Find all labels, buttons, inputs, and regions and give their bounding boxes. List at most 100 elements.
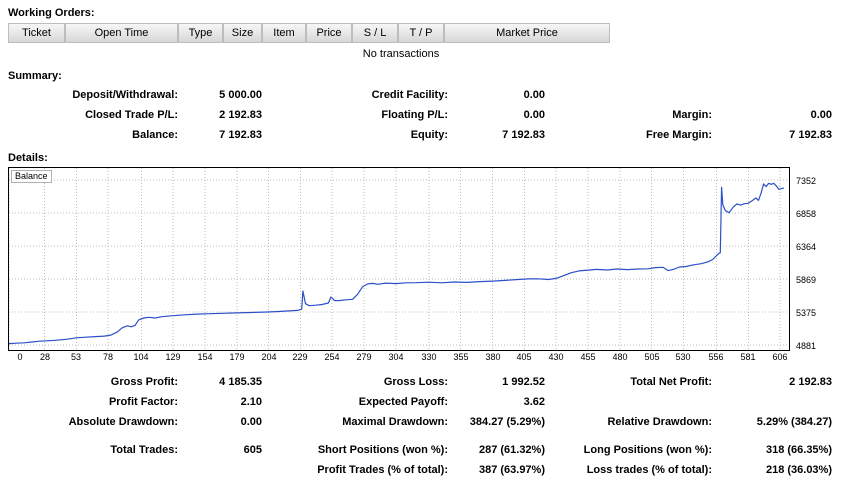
stat-label: Gross Loss: — [262, 376, 448, 388]
stat-value: 3.62 — [448, 396, 545, 408]
stat-value: 4 185.35 — [178, 376, 262, 388]
x-axis-tick-label: 129 — [161, 352, 185, 363]
x-axis-tick-label: 330 — [417, 352, 441, 363]
stat-value: 0.00 — [448, 109, 545, 121]
stat-value: 287 (61.32%) — [448, 444, 545, 456]
balance-line — [9, 183, 784, 343]
x-axis-tick-label: 606 — [768, 352, 792, 363]
summary-title: Summary: — [8, 69, 843, 83]
x-axis-tick-label: 405 — [512, 352, 536, 363]
stat-label: Gross Profit: — [8, 376, 178, 388]
stat-row: Profit Trades (% of total):387 (63.97%)L… — [8, 460, 843, 480]
account-statement-report: Working Orders: TicketOpen TimeTypeSizeI… — [0, 0, 851, 486]
column-header-t-p[interactable]: T / P — [398, 23, 444, 43]
y-axis-tick-label: 7352 — [796, 176, 816, 186]
column-header-s-l[interactable]: S / L — [352, 23, 398, 43]
stat-value: 1 992.52 — [448, 376, 545, 388]
stat-value: 5.29% (384.27) — [712, 416, 832, 428]
y-axis-tick-label: 5375 — [796, 308, 816, 318]
stat-label: Long Positions (won %): — [545, 444, 712, 456]
y-axis-labels: 4881 5375 5869 6364 6858 7352 — [790, 167, 842, 351]
balance-chart-canvas — [9, 168, 789, 350]
x-axis-tick-label: 78 — [96, 352, 120, 363]
x-axis-tick-label: 581 — [736, 352, 760, 363]
stats-grid: Gross Profit:4 185.35Gross Loss:1 992.52… — [8, 372, 843, 480]
stat-value: 605 — [178, 444, 262, 456]
no-transactions-text: No transactions — [8, 43, 794, 65]
chart-gridlines — [9, 168, 789, 350]
stat-label: Balance: — [8, 129, 178, 141]
stat-value: 2 192.83 — [178, 109, 262, 121]
stat-label: Deposit/Withdrawal: — [8, 89, 178, 101]
column-header-price[interactable]: Price — [306, 23, 352, 43]
x-axis-tick-label: 530 — [671, 352, 695, 363]
x-axis-tick-label: 380 — [481, 352, 505, 363]
stat-row: Deposit/Withdrawal:5 000.00Credit Facili… — [8, 85, 843, 105]
stat-label: Margin: — [545, 109, 712, 121]
stat-value: 0.00 — [448, 89, 545, 101]
x-axis-tick-label: 179 — [225, 352, 249, 363]
stat-value: 2.10 — [178, 396, 262, 408]
stat-value: 7 192.83 — [712, 129, 832, 141]
x-axis-tick-label: 229 — [288, 352, 312, 363]
stat-label: Free Margin: — [545, 129, 712, 141]
y-axis-tick-label: 6364 — [796, 242, 816, 252]
balance-chart: Balance 4881 5375 5869 6364 6858 7352 — [8, 167, 843, 351]
column-header-item[interactable]: Item — [262, 23, 306, 43]
y-axis-tick-label: 4881 — [796, 341, 816, 351]
stat-label: Closed Trade P/L: — [8, 109, 178, 121]
stat-label: Profit Trades (% of total): — [262, 464, 448, 476]
stat-label: Total Net Profit: — [545, 376, 712, 388]
stat-value: 5 000.00 — [178, 89, 262, 101]
stat-value: 218 (36.03%) — [712, 464, 832, 476]
stat-label: Total Trades: — [8, 444, 178, 456]
stat-label: Profit Factor: — [8, 396, 178, 408]
stat-row: Balance:7 192.83Equity:7 192.83Free Marg… — [8, 125, 843, 145]
stat-value: 387 (63.97%) — [448, 464, 545, 476]
x-axis-tick-label: 28 — [33, 352, 57, 363]
stat-row: Closed Trade P/L:2 192.83Floating P/L:0.… — [8, 105, 843, 125]
stat-value: 384.27 (5.29%) — [448, 416, 545, 428]
stat-label: Loss trades (% of total): — [545, 464, 712, 476]
stat-label: Short Positions (won %): — [262, 444, 448, 456]
stat-row: Total Trades:605Short Positions (won %):… — [8, 440, 843, 460]
stat-value: 318 (66.35%) — [712, 444, 832, 456]
column-header-size[interactable]: Size — [223, 23, 262, 43]
x-axis-tick-label: 279 — [352, 352, 376, 363]
column-header-market-price[interactable]: Market Price — [444, 23, 610, 43]
stat-value: 0.00 — [178, 416, 262, 428]
stat-label: Relative Drawdown: — [545, 416, 712, 428]
x-axis-tick-label: 455 — [576, 352, 600, 363]
y-axis-tick-label: 5869 — [796, 275, 816, 285]
stat-value: 2 192.83 — [712, 376, 832, 388]
column-header-ticket[interactable]: Ticket — [8, 23, 65, 43]
x-axis-tick-label: 104 — [129, 352, 153, 363]
stat-value: 7 192.83 — [448, 129, 545, 141]
balance-chart-legend-label: Balance — [11, 170, 52, 183]
stat-label: Equity: — [262, 129, 448, 141]
stat-value: 7 192.83 — [178, 129, 262, 141]
x-axis-tick-label: 304 — [384, 352, 408, 363]
x-axis-tick-label: 154 — [193, 352, 217, 363]
x-axis-labels: 0285378104129154179204229254279304330355… — [8, 351, 792, 364]
stat-row: Gross Profit:4 185.35Gross Loss:1 992.52… — [8, 372, 843, 392]
y-axis-tick-label: 6858 — [796, 209, 816, 219]
x-axis-tick-label: 556 — [704, 352, 728, 363]
x-axis-tick-label: 505 — [640, 352, 664, 363]
stat-value: 0.00 — [712, 109, 832, 121]
summary-grid: Deposit/Withdrawal:5 000.00Credit Facili… — [8, 85, 843, 145]
stat-label: Maximal Drawdown: — [262, 416, 448, 428]
details-title: Details: — [8, 151, 843, 165]
stat-label: Absolute Drawdown: — [8, 416, 178, 428]
x-axis-tick-label: 254 — [320, 352, 344, 363]
working-orders-header: TicketOpen TimeTypeSizeItemPriceS / LT /… — [8, 23, 843, 43]
x-axis-tick-label: 53 — [64, 352, 88, 363]
x-axis-tick-label: 480 — [608, 352, 632, 363]
working-orders-title: Working Orders: — [8, 6, 843, 20]
column-header-type[interactable]: Type — [178, 23, 223, 43]
stat-label: Floating P/L: — [262, 109, 448, 121]
column-header-open-time[interactable]: Open Time — [65, 23, 178, 43]
x-axis-tick-label: 355 — [449, 352, 473, 363]
x-axis-tick-label: 0 — [8, 352, 32, 363]
stat-row: Profit Factor:2.10Expected Payoff:3.62 — [8, 392, 843, 412]
